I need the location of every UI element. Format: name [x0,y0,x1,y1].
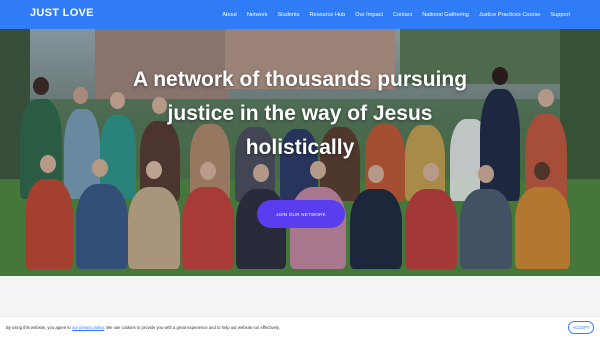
join-network-button[interactable]: JOIN OUR NETWORK [257,200,345,228]
nav-our-impact[interactable]: Our Impact [355,12,383,18]
nav-about[interactable]: About [222,12,237,18]
hero-title: A network of thousands pursuing justice … [0,63,600,165]
nav-national-gathering[interactable]: National Gathering [422,12,469,18]
nav-resource-hub[interactable]: Resource Hub [309,12,345,18]
accept-cookies-button[interactable]: ACCEPT [568,321,594,334]
nav-network[interactable]: Network [247,12,268,18]
site-logo[interactable]: JUST LOVE [30,7,94,19]
main-nav: About Network Students Resource Hub Our … [222,0,570,29]
privacy-policy-link[interactable]: our privacy policy [72,325,104,330]
cookie-text-before: By using this website, you agree to [6,325,72,330]
cookie-message: By using this website, you agree to our … [6,325,280,330]
hero-section: A network of thousands pursuing justice … [0,29,600,276]
nav-support[interactable]: Support [550,12,570,18]
content-section [0,276,600,316]
hero-title-line-2: justice in the way of Jesus [167,102,433,125]
nav-justice-practices-course[interactable]: Justice Practices Course [479,12,541,18]
cookie-text-after: . We use cookies to provide you with a g… [103,325,280,330]
hero-title-line-3: holistically [245,136,355,159]
top-navigation-bar: JUST LOVE About Network Students Resourc… [0,0,600,29]
nav-students[interactable]: Students [277,12,299,18]
hero-title-line-1: A network of thousands pursuing [132,68,468,91]
cookie-banner: By using this website, you agree to our … [0,316,600,338]
nav-contact[interactable]: Contact [393,12,412,18]
